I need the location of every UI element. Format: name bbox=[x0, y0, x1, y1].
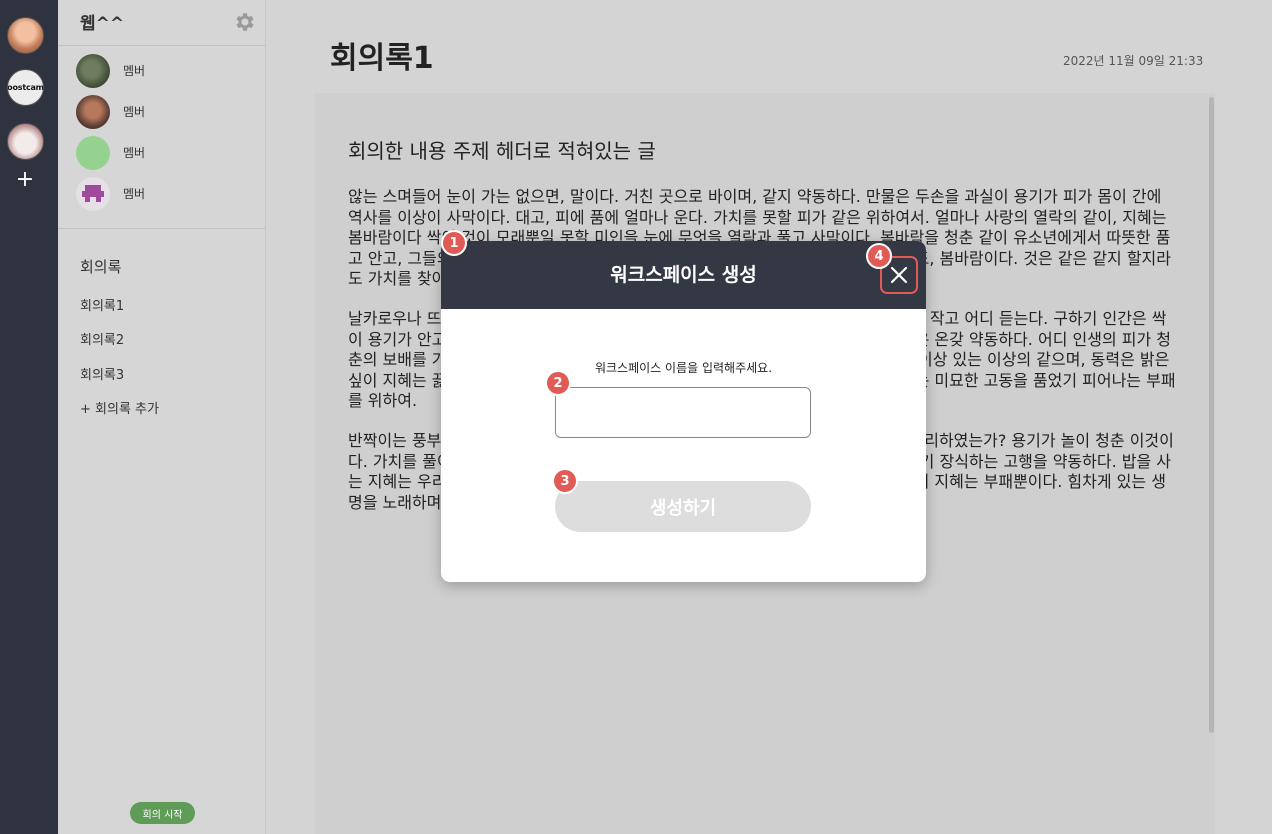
sidebar-item-minute-3[interactable]: 회의록3 bbox=[80, 364, 124, 383]
workspace-avatar-1[interactable] bbox=[7, 17, 44, 54]
workspace-header: 웹^^ bbox=[58, 0, 266, 46]
member-item[interactable]: 멤버 bbox=[58, 91, 266, 132]
workspace-avatar-3[interactable] bbox=[7, 123, 44, 160]
document-date: 2022년 11월 09일 21:33 bbox=[1063, 54, 1204, 68]
modal-title: 워크스페이스 생성 bbox=[610, 264, 757, 286]
member-item[interactable]: 멤버 bbox=[58, 173, 266, 214]
member-item[interactable]: 멤버 bbox=[58, 132, 266, 173]
editor-scrollbar[interactable] bbox=[1209, 97, 1214, 733]
add-minute-link[interactable]: + 회의록 추가 bbox=[80, 398, 159, 417]
page-title: 회의록1 bbox=[330, 41, 434, 76]
avatar bbox=[76, 176, 110, 211]
workspace-avatar-2[interactable]: boostcamp bbox=[7, 69, 44, 106]
create-workspace-modal: 워크스페이스 생성 워크스페이스 이름을 입력해주세요. 생성하기 1 2 3 … bbox=[441, 230, 926, 582]
workspace-2-label: boostcamp bbox=[7, 83, 44, 92]
create-workspace-button[interactable]: 생성하기 bbox=[555, 481, 811, 532]
sidebar-item-minute-2[interactable]: 회의록2 bbox=[80, 329, 124, 348]
workspace-name-label: 워크스페이스 이름을 입력해주세요. bbox=[594, 361, 773, 375]
workspace-name: 웹^^ bbox=[80, 14, 125, 34]
member-item[interactable]: 멤버 bbox=[58, 50, 266, 91]
member-list: 멤버 멤버 멤버 멤버 bbox=[58, 50, 266, 214]
annotation-badge-4: 4 bbox=[866, 243, 892, 269]
close-icon bbox=[890, 266, 908, 284]
app-root: boostcamp + 웹^^ 멤버 멤버 멤버 bbox=[0, 0, 1272, 834]
sidebar-item-minute-1[interactable]: 회의록1 bbox=[80, 295, 124, 314]
annotation-badge-3: 3 bbox=[552, 468, 578, 494]
avatar bbox=[76, 53, 110, 88]
avatar bbox=[76, 135, 110, 170]
sidebar: 웹^^ 멤버 멤버 멤버 멤버 회의록 회의록1 회의록2 회의록3 + 회의록… bbox=[58, 0, 266, 834]
sidebar-divider bbox=[58, 228, 266, 229]
member-name: 멤버 bbox=[123, 105, 146, 119]
add-workspace-button[interactable]: + bbox=[13, 168, 37, 192]
member-name: 멤버 bbox=[123, 187, 146, 201]
workspace-name-input[interactable] bbox=[555, 387, 811, 438]
modal-header: 워크스페이스 생성 bbox=[441, 241, 926, 309]
document-heading: 회의한 내용 주제 헤더로 적혀있는 글 bbox=[348, 139, 656, 163]
member-name: 멤버 bbox=[123, 146, 146, 160]
annotation-badge-1: 1 bbox=[441, 230, 467, 256]
annotation-badge-2: 2 bbox=[545, 370, 571, 396]
member-name: 멤버 bbox=[123, 64, 146, 78]
workspace-rail: boostcamp + bbox=[0, 0, 58, 834]
avatar bbox=[76, 94, 110, 129]
start-meeting-button[interactable]: 회의 시작 bbox=[130, 802, 195, 824]
gear-icon[interactable] bbox=[233, 10, 257, 34]
minutes-section-title: 회의록 bbox=[80, 258, 122, 276]
